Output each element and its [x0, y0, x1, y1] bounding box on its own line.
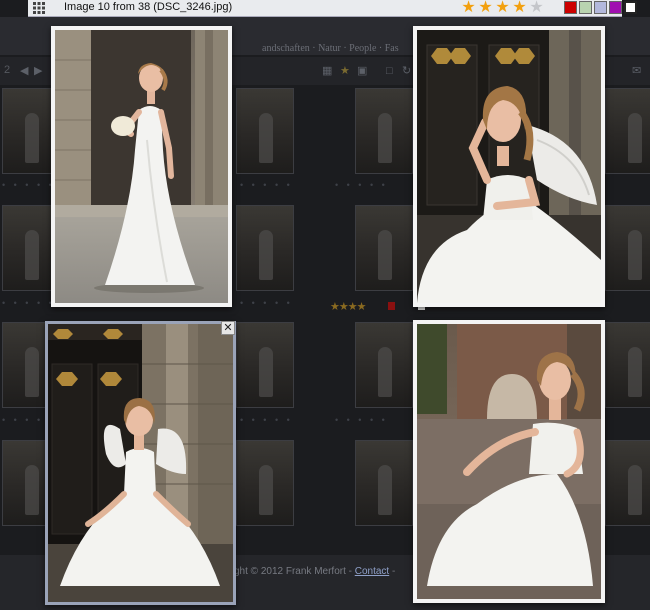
star-icon[interactable]: ★ [511, 0, 528, 16]
thumbnail-rating-dots: • • • • • [240, 298, 293, 308]
photo-image [55, 30, 228, 303]
gallery-thumbnail[interactable] [605, 322, 650, 408]
close-icon[interactable]: ✕ [221, 321, 235, 335]
photo-image [417, 30, 601, 303]
photo-bride-standing-courtyard[interactable] [51, 26, 232, 307]
color-label-red[interactable] [564, 1, 577, 14]
image-info-bar: Image 10 from 38 (DSC_3246.jpg) ★ ★ ★ ★ ★ [28, 0, 637, 17]
photo-bride-sitting-street[interactable] [413, 320, 605, 603]
photo-image [417, 324, 601, 599]
copyright-label: ght © 2012 Frank Merfort - [234, 566, 355, 577]
gallery-page-number[interactable]: 2 [4, 64, 10, 76]
star-icon[interactable]: ★ [528, 0, 545, 16]
mail-icon[interactable]: ✉ [632, 65, 641, 77]
thumbnail-rating-dots: • • • • • [2, 180, 55, 190]
color-label-blue[interactable] [594, 1, 607, 14]
thumbnail-rating-stars: ★★★★ [330, 301, 366, 313]
color-label-purple[interactable] [609, 1, 622, 14]
frame-icon[interactable]: □ [386, 65, 393, 77]
gallery-thumbnail[interactable] [355, 322, 413, 408]
copyright-text: ght © 2012 Frank Merfort - Contact - [234, 566, 395, 577]
rating-filter-icon[interactable]: ★ [340, 65, 350, 77]
star-icon[interactable]: ★ [460, 0, 477, 16]
grid-icon[interactable] [33, 2, 45, 14]
thumbnail-rating-dots: • • • • • [240, 180, 293, 190]
gallery-thumbnail[interactable] [605, 440, 650, 526]
rating-stars[interactable]: ★ ★ ★ ★ ★ [460, 0, 545, 16]
contact-link[interactable]: Contact [355, 566, 389, 577]
star-icon[interactable]: ★ [494, 0, 511, 16]
thumbnail-rating-dots: • • • • • [240, 415, 293, 425]
gallery-thumbnail[interactable] [236, 88, 294, 174]
photo-bride-doorway-angel-wings[interactable] [45, 321, 236, 605]
thumbnail-rating-dots: • • • • • [2, 298, 55, 308]
thumbnail-rating-dots: • • • • • [335, 415, 388, 425]
refresh-icon[interactable]: ↻ [402, 65, 411, 77]
gallery-thumbnail[interactable] [355, 440, 413, 526]
prev-page-icon[interactable]: ◀ [20, 65, 28, 77]
image-title: Image 10 from 38 (DSC_3246.jpg) [64, 1, 233, 13]
view-grid-icon[interactable]: ▦ [322, 65, 332, 77]
thumbnail-color-label [388, 302, 395, 310]
gallery-thumbnail[interactable] [355, 88, 413, 174]
slideshow-icon[interactable]: ▣ [357, 65, 367, 77]
gallery-thumbnail[interactable] [355, 205, 413, 291]
gallery-thumbnail[interactable] [236, 205, 294, 291]
copyright-tail: - [389, 566, 396, 577]
next-page-icon[interactable]: ▶ [34, 65, 42, 77]
gallery-thumbnail[interactable] [236, 322, 294, 408]
color-label-green[interactable] [579, 1, 592, 14]
gallery-thumbnail[interactable] [605, 88, 650, 174]
photo-bride-sitting-angel-wings[interactable] [413, 26, 605, 307]
gallery-thumbnail[interactable] [605, 205, 650, 291]
color-label-white[interactable] [624, 1, 637, 14]
star-icon[interactable]: ★ [477, 0, 494, 16]
gallery-thumbnail[interactable] [236, 440, 294, 526]
thumbnail-rating-dots: • • • • • [335, 180, 388, 190]
color-labels [564, 1, 637, 14]
photo-image [48, 324, 233, 602]
gallery-nav-text: andschaften · Natur · People · Fas [262, 43, 399, 54]
